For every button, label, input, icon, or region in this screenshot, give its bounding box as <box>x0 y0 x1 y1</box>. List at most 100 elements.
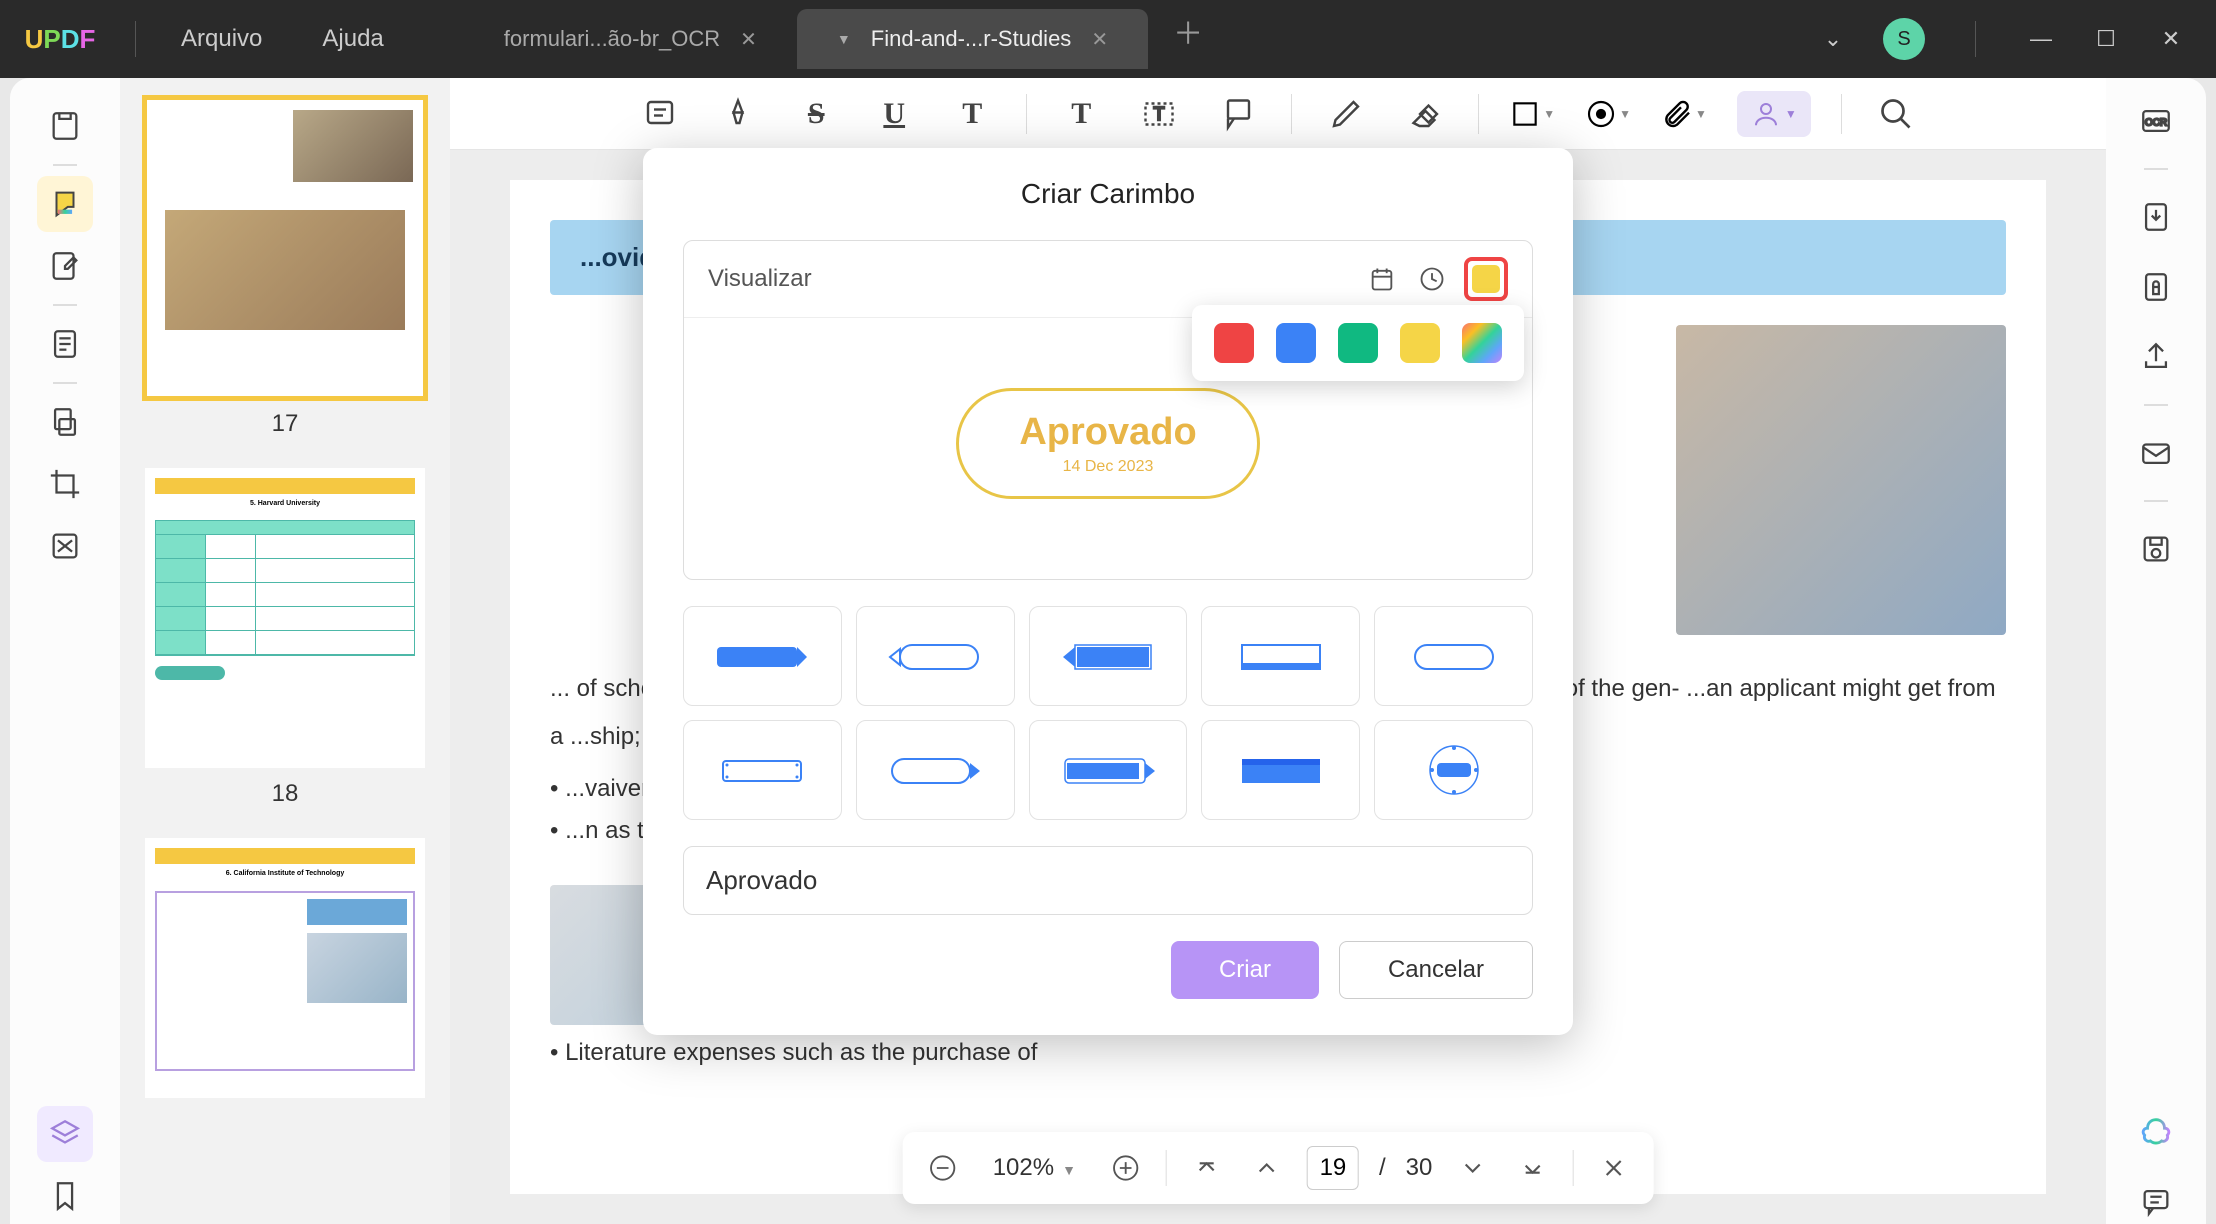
stamp-tool[interactable]: ▼ <box>1585 98 1631 130</box>
stamp-shape-9[interactable] <box>1201 720 1360 820</box>
new-tab-button[interactable]: ＋ <box>1148 9 1228 69</box>
stamp-shapes-grid <box>683 606 1533 820</box>
color-popover <box>1192 305 1524 381</box>
stamp-preview-box: Visualizar Aprovado 14 Dec 2023 <box>683 240 1533 580</box>
doc-image <box>1676 325 2006 635</box>
thumbnail-18[interactable]: 5. Harvard University 18 <box>130 468 440 808</box>
convert-tool[interactable] <box>2133 194 2179 240</box>
annotation-toolbar: S U T T T ▼ ▼ ▼ ▼ <box>450 78 2106 150</box>
stamp-shape-2[interactable] <box>856 606 1015 706</box>
stamp-shape-7[interactable] <box>856 720 1015 820</box>
crop-tool[interactable] <box>37 456 93 512</box>
app-logo: UPDF <box>0 24 120 55</box>
bookmark-tool[interactable] <box>37 1168 93 1224</box>
chevron-down-icon[interactable]: ⌄ <box>1818 24 1848 54</box>
thumbnail-17[interactable]: 17 <box>130 98 440 438</box>
squiggly-tool[interactable]: T <box>948 90 996 138</box>
save-tool[interactable] <box>2133 526 2179 572</box>
strikethrough-tool[interactable]: S <box>792 90 840 138</box>
stamp-preview-date: 14 Dec 2023 <box>1019 458 1196 476</box>
stamp-text-input[interactable] <box>683 846 1533 915</box>
color-custom[interactable] <box>1462 323 1502 363</box>
layers-tool[interactable] <box>37 1106 93 1162</box>
pencil-tool[interactable] <box>1322 90 1370 138</box>
date-icon[interactable] <box>1364 261 1400 297</box>
time-icon[interactable] <box>1414 261 1450 297</box>
color-yellow[interactable] <box>1400 323 1440 363</box>
page-total: 30 <box>1406 1154 1433 1182</box>
thumbnails-panel: 17 5. Harvard University 18 6. Californi… <box>120 78 450 1224</box>
shape-tool[interactable]: ▼ <box>1509 98 1555 130</box>
first-page-button[interactable] <box>1187 1148 1227 1188</box>
stamp-shape-8[interactable] <box>1029 720 1188 820</box>
stamp-shape-3[interactable] <box>1029 606 1188 706</box>
modal-title: Criar Carimbo <box>683 178 1533 210</box>
zoom-in-button[interactable] <box>1106 1148 1146 1188</box>
last-page-button[interactable] <box>1512 1148 1552 1188</box>
tab-label: Find-and-...r-Studies <box>871 26 1072 52</box>
color-red[interactable] <box>1214 323 1254 363</box>
comment-panel-tool[interactable] <box>2133 1178 2179 1224</box>
form-tool[interactable] <box>37 394 93 450</box>
redact-tool[interactable] <box>37 518 93 574</box>
callout-tool[interactable] <box>1213 90 1261 138</box>
stamp-shape-6[interactable] <box>683 720 842 820</box>
close-icon[interactable]: ✕ <box>1091 27 1108 52</box>
thumbnail-label: 18 <box>130 780 440 808</box>
search-tool[interactable] <box>1872 90 1920 138</box>
ai-tool[interactable] <box>2133 1108 2179 1154</box>
underline-tool[interactable]: U <box>870 90 918 138</box>
highlight-tool[interactable] <box>714 90 762 138</box>
thumbnail-19[interactable]: 6. California Institute of Technology <box>130 838 440 1098</box>
create-button[interactable]: Criar <box>1171 941 1319 999</box>
comment-tool[interactable] <box>37 176 93 232</box>
stamp-shape-5[interactable] <box>1374 606 1533 706</box>
reader-tool[interactable] <box>37 98 93 154</box>
stamp-preview: Aprovado 14 Dec 2023 <box>956 388 1259 499</box>
page-tool[interactable] <box>37 316 93 372</box>
page-input[interactable] <box>1307 1146 1359 1190</box>
titlebar: UPDF Arquivo Ajuda formulari...ão-br_OCR… <box>0 0 2216 78</box>
zoom-level[interactable]: 102%▼ <box>983 1154 1086 1182</box>
tab-document-1[interactable]: formulari...ão-br_OCR ✕ <box>464 9 797 69</box>
prev-page-button[interactable] <box>1247 1148 1287 1188</box>
close-window-button[interactable]: ✕ <box>2156 24 2186 54</box>
protect-tool[interactable] <box>2133 264 2179 310</box>
thumbnail-label: 17 <box>130 410 440 438</box>
stamp-shape-10[interactable] <box>1374 720 1533 820</box>
tab-document-2[interactable]: ▼ Find-and-...r-Studies ✕ <box>797 9 1148 69</box>
tab-dropdown-icon[interactable]: ▼ <box>837 31 851 47</box>
next-page-button[interactable] <box>1452 1148 1492 1188</box>
svg-text:T: T <box>1154 104 1165 124</box>
menu-file[interactable]: Arquivo <box>151 25 292 53</box>
maximize-button[interactable]: ☐ <box>2091 24 2121 54</box>
color-green[interactable] <box>1338 323 1378 363</box>
email-tool[interactable] <box>2133 430 2179 476</box>
user-avatar[interactable]: S <box>1883 18 1925 60</box>
create-stamp-modal: Criar Carimbo Visualizar Aprovado 14 Dec… <box>643 148 1573 1035</box>
text-tool[interactable]: T <box>1057 90 1105 138</box>
svg-text:OCR: OCR <box>2145 117 2167 128</box>
share-tool[interactable] <box>2133 334 2179 380</box>
ocr-tool[interactable]: OCR <box>2133 98 2179 144</box>
cancel-button[interactable]: Cancelar <box>1339 941 1533 999</box>
attachment-tool[interactable]: ▼ <box>1661 98 1707 130</box>
eraser-tool[interactable] <box>1400 90 1448 138</box>
zoom-out-button[interactable] <box>923 1148 963 1188</box>
close-icon[interactable]: ✕ <box>740 27 757 52</box>
preview-label: Visualizar <box>708 265 1350 293</box>
close-nav-button[interactable] <box>1593 1148 1633 1188</box>
stamp-shape-1[interactable] <box>683 606 842 706</box>
note-tool[interactable] <box>636 90 684 138</box>
stamp-color-button[interactable] <box>1464 257 1508 301</box>
minimize-button[interactable]: — <box>2026 24 2056 54</box>
edit-tool[interactable] <box>37 238 93 294</box>
textbox-tool[interactable]: T <box>1135 90 1183 138</box>
doc-bullet: • Literature expenses such as the purcha… <box>550 1039 2006 1067</box>
menu-help[interactable]: Ajuda <box>292 25 413 53</box>
signature-tool[interactable]: ▼ <box>1737 91 1811 137</box>
color-blue[interactable] <box>1276 323 1316 363</box>
bottom-navigation: 102%▼ / 30 <box>903 1132 1654 1204</box>
stamp-preview-text: Aprovado <box>1019 411 1196 454</box>
stamp-shape-4[interactable] <box>1201 606 1360 706</box>
